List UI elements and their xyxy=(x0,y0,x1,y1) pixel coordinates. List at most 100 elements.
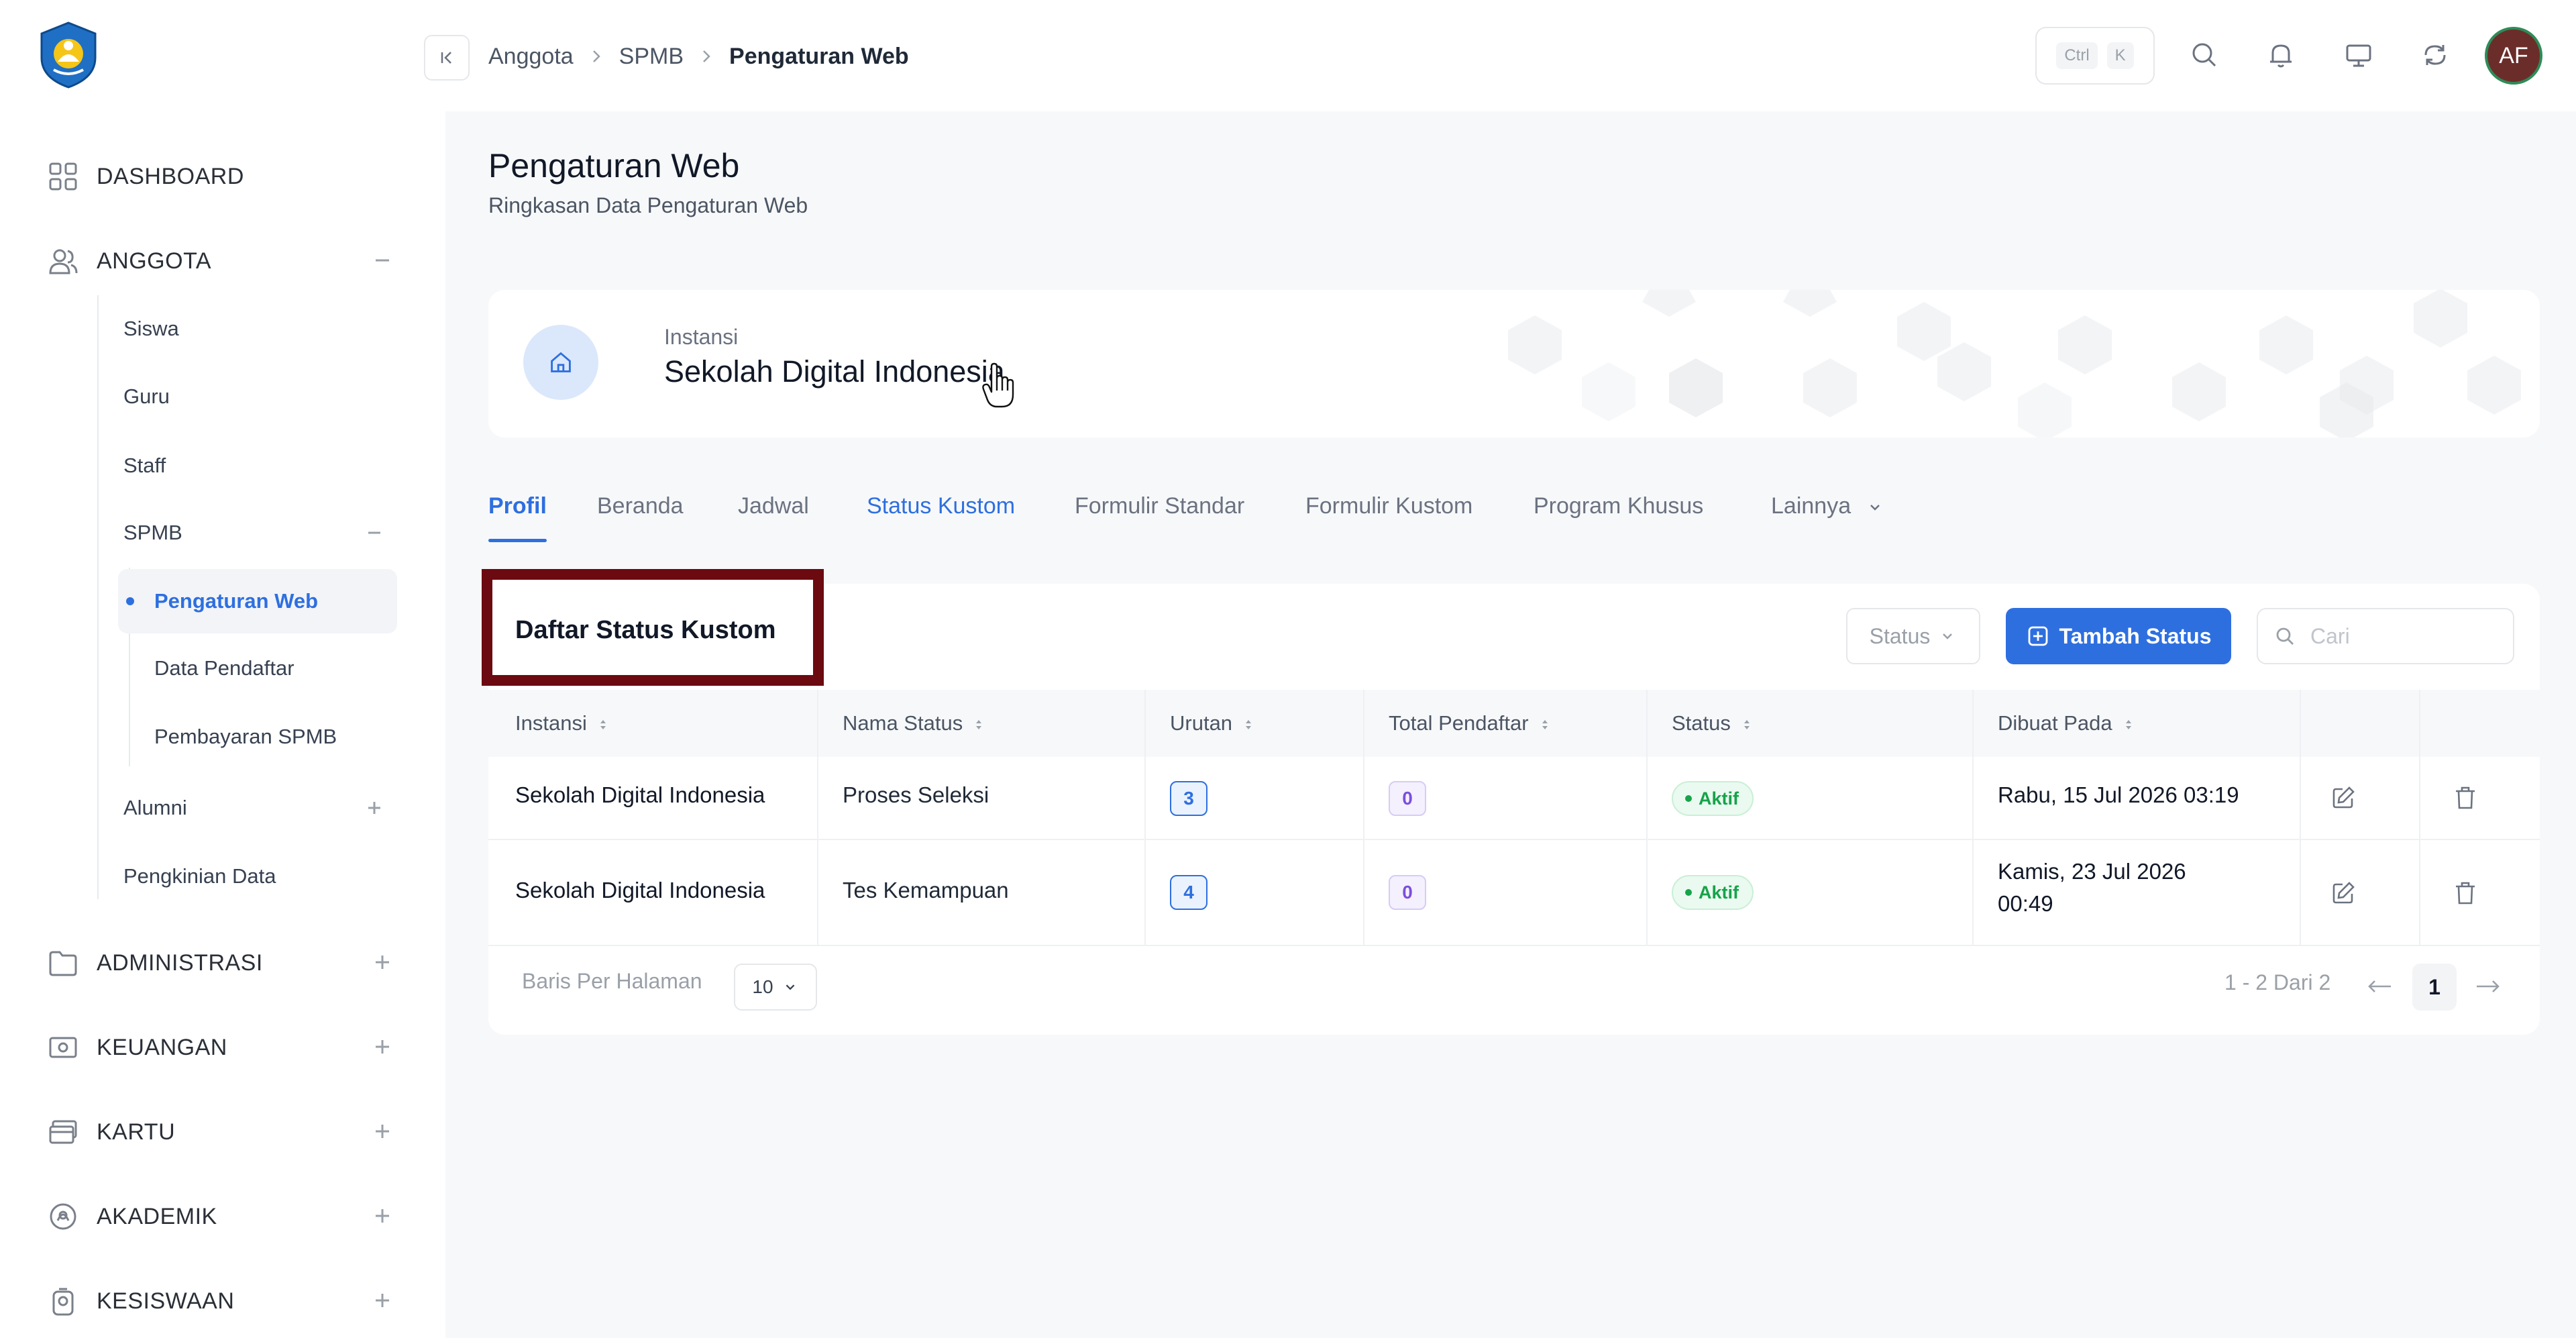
rows-per-page-select[interactable]: 10 xyxy=(734,964,817,1011)
sidebar-item-pengaturan-web[interactable]: Pengaturan Web xyxy=(118,569,397,633)
nav-keuangan[interactable]: KEUANGAN xyxy=(47,1024,396,1071)
column-header-urutan[interactable]: Urutan xyxy=(1170,690,1256,757)
nav-dashboard[interactable]: DASHBOARD xyxy=(47,153,396,200)
trash-icon[interactable] xyxy=(2451,879,2479,907)
plus-icon[interactable] xyxy=(369,1202,396,1229)
arrow-right-icon[interactable] xyxy=(2473,974,2502,998)
plus-square-icon xyxy=(2026,624,2050,648)
total-pendaftar-badge: 0 xyxy=(1389,781,1426,816)
trash-icon[interactable] xyxy=(2451,784,2479,812)
instansi-card: Instansi Sekolah Digital Indonesia xyxy=(488,290,2540,438)
tab-formulir-standar[interactable]: Formulir Standar xyxy=(1075,478,1244,534)
active-dot xyxy=(126,597,134,605)
breadcrumb-anggota[interactable]: Anggota xyxy=(488,44,574,70)
column-header-nama-status[interactable]: Nama Status xyxy=(843,690,987,757)
status-filter-dropdown[interactable]: Status xyxy=(1846,608,1980,664)
tab-lainnya[interactable]: Lainnya xyxy=(1771,478,1884,534)
plus-icon[interactable] xyxy=(369,1118,396,1145)
column-header-label: Instansi xyxy=(515,711,587,735)
nav-kartu[interactable]: KARTU xyxy=(47,1109,396,1155)
sidebar-item-spmb[interactable]: SPMB xyxy=(123,513,405,553)
sidebar-item-pengkinian-data[interactable]: Pengkinian Data xyxy=(123,856,276,896)
status-dot xyxy=(1685,889,1692,896)
tab-status-kustom[interactable]: Status Kustom xyxy=(867,478,1015,534)
plus-icon[interactable] xyxy=(369,949,396,976)
table-header: Instansi Nama Status Urutan Total Pendaf… xyxy=(488,690,2540,757)
search-box[interactable] xyxy=(2257,608,2514,664)
sidebar: DASHBOARD ANGGOTA Siswa Guru Staff SPMB … xyxy=(0,0,445,1338)
column-header-total-pendaftar[interactable]: Total Pendaftar xyxy=(1389,690,1553,757)
avatar[interactable]: AF xyxy=(2485,27,2542,85)
cell-nama-status: Proses Seleksi xyxy=(843,782,989,807)
plus-icon[interactable] xyxy=(369,1033,396,1060)
academic-icon xyxy=(47,1200,79,1233)
bell-icon[interactable] xyxy=(2263,38,2298,72)
column-header-status[interactable]: Status xyxy=(1672,690,1755,757)
cell-nama-status: Tes Kemampuan xyxy=(843,878,1009,903)
plus-icon[interactable] xyxy=(369,1287,396,1314)
table-row: Sekolah Digital Indonesia Proses Seleksi… xyxy=(488,757,2540,840)
tab-lainnya-label: Lainnya xyxy=(1771,493,1851,519)
instansi-name: Sekolah Digital Indonesia xyxy=(664,354,1005,389)
chevron-right-icon xyxy=(696,46,717,67)
cell-instansi: Sekolah Digital Indonesia xyxy=(515,878,765,903)
add-status-button[interactable]: Tambah Status xyxy=(2006,608,2231,664)
nav-akademik[interactable]: AKADEMIK xyxy=(47,1193,396,1240)
sidebar-item-guru[interactable]: Guru xyxy=(123,376,170,417)
nav-keuangan-label: KEUANGAN xyxy=(97,1034,227,1060)
monitor-icon[interactable] xyxy=(2341,38,2376,72)
search-input[interactable] xyxy=(2309,623,2497,650)
sidebar-collapse-button[interactable] xyxy=(424,35,470,81)
column-header-dibuat-pada[interactable]: Dibuat Pada xyxy=(1998,690,2137,757)
sort-icon xyxy=(1240,717,1256,733)
sidebar-item-data-pendaftar[interactable]: Data Pendaftar xyxy=(154,648,294,688)
nav-kesiswaan-label: KESISWAAN xyxy=(97,1288,235,1314)
cell-dibuat-pada-time: 00:49 xyxy=(1998,891,2053,916)
nav-anggota[interactable]: ANGGOTA xyxy=(47,238,396,285)
minus-icon[interactable] xyxy=(362,521,386,545)
column-header-label: Dibuat Pada xyxy=(1998,711,2112,735)
tab-program-khusus[interactable]: Program Khusus xyxy=(1534,478,1703,534)
sidebar-item-siswa[interactable]: Siswa xyxy=(123,309,179,349)
app-logo[interactable] xyxy=(34,20,103,90)
nav-kesiswaan[interactable]: KESISWAAN xyxy=(47,1278,396,1325)
minus-icon[interactable] xyxy=(369,247,396,274)
arrow-left-icon[interactable] xyxy=(2365,974,2395,998)
column-header-instansi[interactable]: Instansi xyxy=(515,690,611,757)
money-icon xyxy=(47,1031,79,1064)
instansi-label: Instansi xyxy=(664,325,739,349)
sort-icon xyxy=(2121,717,2137,733)
add-status-label: Tambah Status xyxy=(2059,623,2212,648)
sort-icon xyxy=(1739,717,1755,733)
page-number-current[interactable]: 1 xyxy=(2412,964,2457,1011)
tab-jadwal[interactable]: Jadwal xyxy=(738,478,809,534)
edit-icon[interactable] xyxy=(2329,784,2357,812)
plus-icon[interactable] xyxy=(362,796,386,820)
nav-akademik-label: AKADEMIK xyxy=(97,1203,217,1229)
tab-formulir-kustom[interactable]: Formulir Kustom xyxy=(1305,478,1472,534)
kbd-k: K xyxy=(2106,42,2134,69)
rows-per-page-label: Baris Per Halaman xyxy=(522,969,702,993)
table-row: Sekolah Digital Indonesia Tes Kemampuan … xyxy=(488,840,2540,946)
urutan-badge: 4 xyxy=(1170,875,1208,910)
status-filter-label: Status xyxy=(1869,623,1931,648)
home-icon xyxy=(523,325,598,400)
column-header-label: Nama Status xyxy=(843,711,963,735)
sort-icon xyxy=(971,717,987,733)
sidebar-item-pembayaran-spmb[interactable]: Pembayaran SPMB xyxy=(154,717,337,757)
nav-administrasi[interactable]: ADMINISTRASI xyxy=(47,939,396,986)
sidebar-item-alumni[interactable]: Alumni xyxy=(123,788,405,828)
sidebar-item-staff[interactable]: Staff xyxy=(123,446,166,486)
command-palette-shortcut[interactable]: Ctrl K xyxy=(2035,27,2155,85)
tab-profil[interactable]: Profil xyxy=(488,478,547,542)
breadcrumb-spmb[interactable]: SPMB xyxy=(619,44,684,70)
search-icon[interactable] xyxy=(2187,38,2222,72)
status-badge: Aktif xyxy=(1672,875,1754,910)
sync-icon[interactable] xyxy=(2418,38,2453,72)
edit-icon[interactable] xyxy=(2329,879,2357,907)
column-header-label: Urutan xyxy=(1170,711,1233,735)
sort-icon xyxy=(1537,717,1553,733)
nav-administrasi-label: ADMINISTRASI xyxy=(97,949,263,976)
tab-beranda[interactable]: Beranda xyxy=(597,478,684,534)
nav-anggota-label: ANGGOTA xyxy=(97,248,211,274)
